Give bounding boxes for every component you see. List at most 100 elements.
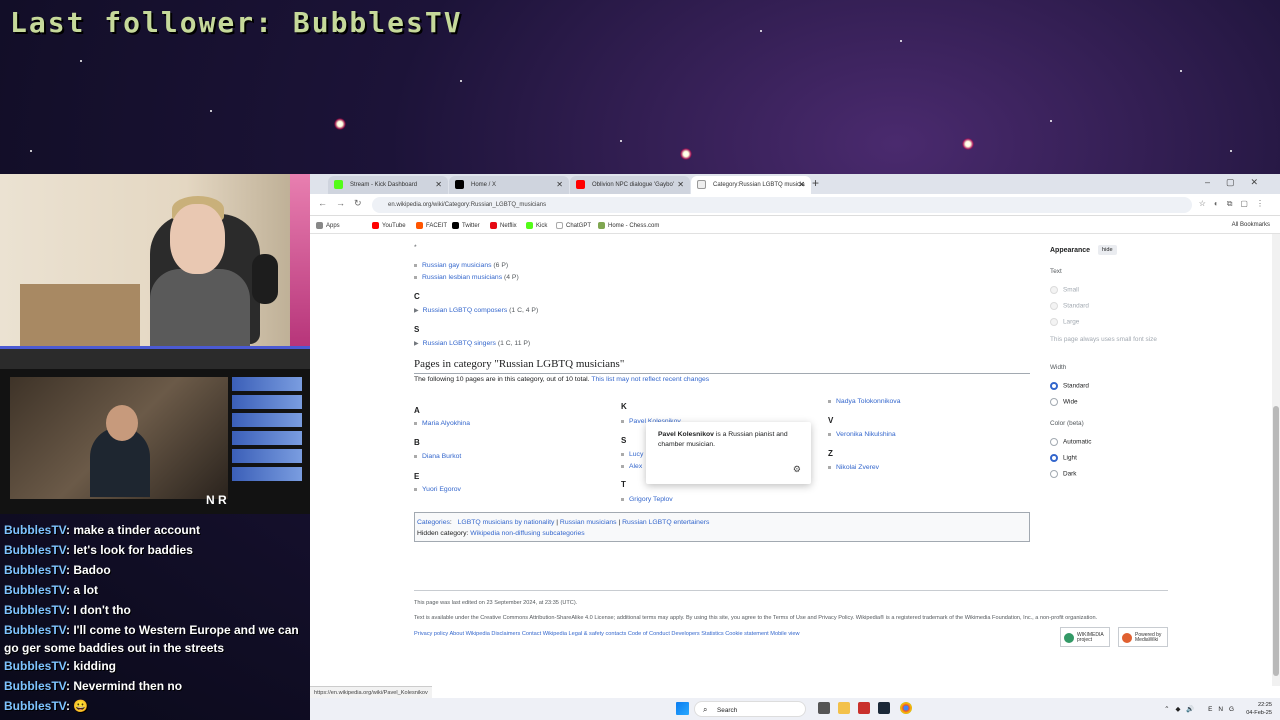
sparkle-decoration — [334, 118, 346, 130]
hide-button[interactable]: hide — [1098, 245, 1117, 255]
category-link[interactable]: LGBTQ musicians by nationality — [458, 519, 555, 526]
chat-message: BubblesTV: Badoo — [4, 563, 111, 577]
tab-youtube-oblivion[interactable]: Oblivion NPC dialogue 'Gaybo' ✕ — [570, 176, 690, 194]
color-automatic-radio[interactable]: Automatic — [1050, 438, 1091, 446]
windows-start-icon[interactable] — [676, 702, 689, 715]
recent-changes-link[interactable]: This list may not reflect recent changes — [591, 376, 709, 383]
chat-message: BubblesTV: 😀 — [4, 699, 89, 713]
width-label: Width — [1050, 364, 1067, 371]
pages-heading: Pages in category "Russian LGBTQ musicia… — [414, 358, 1030, 374]
hidden-category-link[interactable]: Wikipedia non-diffusing subcategories — [470, 530, 584, 537]
search-icon: ⌕ — [703, 705, 708, 714]
page-preview-popup[interactable]: Pavel Kolesnikov is a Russian pianist an… — [646, 422, 811, 484]
close-icon[interactable]: ✕ — [556, 180, 563, 189]
bookmark-twitter[interactable]: Twitter — [452, 222, 480, 229]
text-small-radio: Small — [1050, 286, 1079, 294]
mini-video-preview: N R — [0, 346, 312, 514]
letter-heading: A — [414, 406, 420, 415]
subcat-lesbian-musicians[interactable]: Russian lesbian musicians (4 P) — [414, 274, 519, 281]
page-link[interactable]: Yuori Egorov — [414, 486, 461, 493]
window-controls[interactable]: –▢✕ — [1205, 177, 1274, 188]
youtube-icon — [576, 180, 585, 189]
chat-panel: BubblesTV: make a tinder account Bubbles… — [0, 521, 310, 717]
subcat-singers[interactable]: ▶ Russian LGBTQ singers (1 C, 11 P) — [414, 340, 530, 347]
width-wide-radio[interactable]: Wide — [1050, 398, 1078, 406]
footer-links[interactable]: Privacy policy About Wikipedia Disclaime… — [414, 631, 800, 637]
page-scrollbar[interactable] — [1272, 234, 1280, 686]
category-link[interactable]: Russian LGBTQ entertainers — [622, 519, 709, 526]
app-icon[interactable] — [858, 702, 870, 714]
x-icon — [455, 180, 464, 189]
chat-message: BubblesTV: I'll come to Western Europe a… — [4, 623, 299, 655]
letter-heading: T — [621, 480, 626, 489]
sparkle-decoration — [962, 138, 974, 150]
tab-home-x[interactable]: Home / X ✕ — [449, 176, 569, 194]
page-link[interactable]: Veronika Nikulshina — [828, 431, 896, 438]
wikimedia-badge[interactable]: WIKIMEDIA project — [1060, 627, 1110, 647]
pages-intro: The following 10 pages are in this categ… — [414, 376, 710, 383]
close-icon[interactable]: ✕ — [677, 180, 684, 189]
page-link[interactable]: Maria Alyokhina — [414, 420, 470, 427]
chrome-icon[interactable] — [900, 702, 912, 714]
bookmark-youtube[interactable]: YouTube — [372, 222, 406, 229]
url-input[interactable]: en.wikipedia.org/wiki/Category:Russian_L… — [372, 197, 1192, 213]
page-link[interactable]: Lucy — [621, 451, 643, 458]
back-icon[interactable]: ← — [318, 198, 327, 208]
close-icon[interactable]: ✕ — [798, 180, 805, 189]
text-size-label: Text — [1050, 268, 1062, 275]
tab-kick-dashboard[interactable]: Stream - Kick Dashboard ✕ — [328, 176, 448, 194]
bookmark-apps[interactable]: Apps — [316, 222, 340, 229]
reload-icon[interactable]: ↻ — [354, 198, 362, 209]
taskbar-search[interactable]: ⌕ Search — [694, 701, 806, 717]
bookmark-netflix[interactable]: Netflix — [490, 222, 517, 229]
system-tray[interactable]: ⌃◆🔊 ENG — [1164, 705, 1240, 713]
expand-icon: ▶ — [414, 341, 419, 347]
bookmark-kick[interactable]: Kick — [526, 222, 547, 229]
bookmark-chatgpt[interactable]: ChatGPT — [556, 222, 591, 229]
expand-icon: ▶ — [414, 308, 419, 314]
channel-logo: N R — [206, 493, 227, 507]
video-thumbnails — [232, 377, 302, 485]
width-standard-radio[interactable]: Standard — [1050, 382, 1089, 390]
category-link[interactable]: Russian musicians — [560, 519, 617, 526]
subcat-gay-musicians[interactable]: Russian gay musicians (6 P) — [414, 262, 508, 269]
letter-heading: V — [828, 416, 834, 425]
page-link[interactable]: Grigory Teplov — [621, 496, 673, 503]
tab-strip: Stream - Kick Dashboard ✕ Home / X ✕ Obliv… — [310, 174, 1280, 194]
color-dark-radio[interactable]: Dark — [1050, 470, 1077, 478]
new-tab-button[interactable]: + — [812, 176, 819, 190]
chat-message: BubblesTV: Nevermind then no — [4, 679, 183, 693]
letter-heading: S — [414, 325, 420, 334]
chat-message: BubblesTV: kidding — [4, 659, 117, 673]
close-icon[interactable]: ✕ — [435, 180, 442, 189]
appearance-heading: Appearance — [1050, 247, 1091, 254]
task-view-icon[interactable] — [818, 702, 830, 714]
categories-link[interactable]: Categories — [417, 519, 450, 526]
letter-heading: E — [414, 472, 420, 481]
tab-wikipedia-category[interactable]: Category:Russian LGBTQ musicia ✕ — [691, 176, 811, 194]
page-link[interactable]: Nikolai Zverev — [828, 464, 879, 471]
mediawiki-badge[interactable]: Powered by MediaWiki — [1118, 627, 1168, 647]
extension-icons[interactable]: ☆◐⧉▢⋮ — [1199, 199, 1272, 209]
page-link[interactable]: Diana Burkot — [414, 453, 461, 460]
browser-window: Stream - Kick Dashboard ✕ Home / X ✕ Obliv… — [310, 174, 1280, 698]
page-link[interactable]: Alex — [621, 463, 642, 470]
letter-heading: K — [621, 402, 627, 411]
text-large-radio: Large — [1050, 318, 1079, 326]
taskbar-clock[interactable]: 22:25 04-Feb-25 — [1246, 701, 1272, 717]
file-explorer-icon[interactable] — [838, 702, 850, 714]
forward-icon[interactable]: → — [336, 198, 345, 208]
last-follower-label: Last follower: BubblesTV — [10, 6, 463, 39]
last-edited-text: This page was last edited on 23 Septembe… — [414, 600, 578, 606]
steam-icon[interactable] — [878, 702, 890, 714]
all-bookmarks-button[interactable]: All Bookmarks — [1232, 222, 1270, 228]
gear-icon[interactable]: ⚙ — [793, 464, 801, 474]
bookmark-chess[interactable]: Home - Chess.com — [598, 222, 659, 229]
subcat-composers[interactable]: ▶ Russian LGBTQ composers (1 C, 4 P) — [414, 307, 538, 314]
color-light-radio[interactable]: Light — [1050, 454, 1077, 462]
bookmark-faceit[interactable]: FACEIT — [416, 222, 447, 229]
letter-heading: C — [414, 292, 420, 301]
webcam-feed — [0, 174, 310, 346]
hidden-category-label: Hidden category: — [417, 530, 469, 537]
page-link[interactable]: Nadya Tolokonnikova — [828, 398, 901, 405]
